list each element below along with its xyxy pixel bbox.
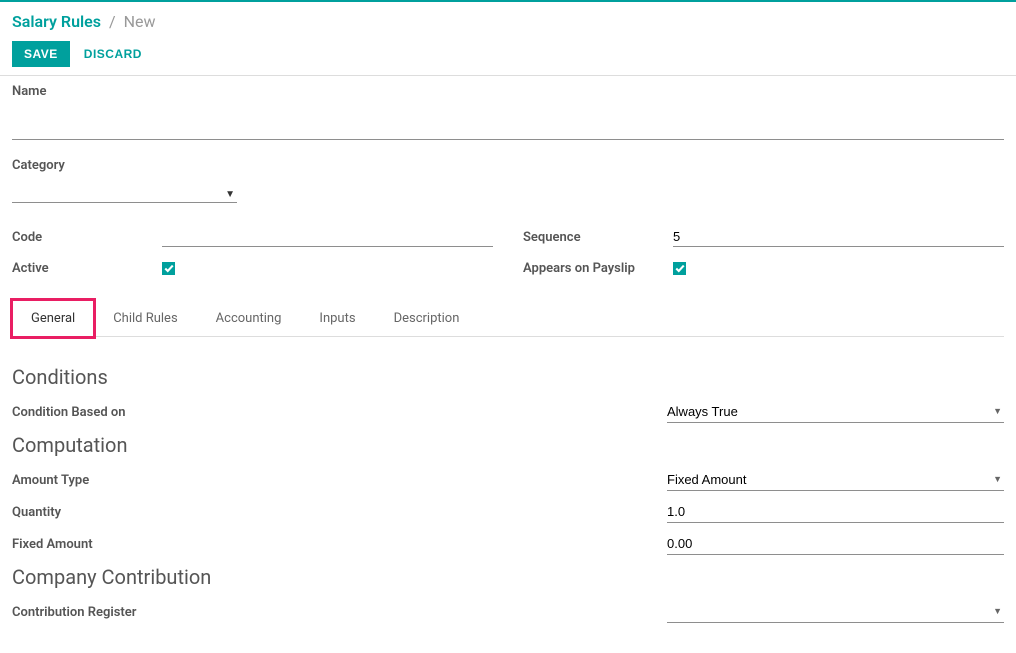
fixed-amount-input[interactable] bbox=[667, 536, 1004, 551]
category-label: Category bbox=[12, 158, 1004, 173]
amount-type-select[interactable] bbox=[667, 472, 991, 487]
tab-description[interactable]: Description bbox=[375, 300, 479, 336]
tabs: General Child Rules Accounting Inputs De… bbox=[12, 300, 1004, 337]
chevron-down-icon[interactable]: ▼ bbox=[223, 189, 237, 200]
code-input[interactable] bbox=[162, 227, 493, 247]
code-label: Code bbox=[12, 230, 162, 245]
active-label: Active bbox=[12, 261, 162, 276]
quantity-input[interactable] bbox=[667, 504, 1004, 519]
condition-based-select[interactable] bbox=[667, 404, 991, 419]
header: Salary Rules / New SAVE DISCARD bbox=[0, 2, 1016, 76]
tab-general[interactable]: General bbox=[12, 300, 94, 337]
tab-inputs[interactable]: Inputs bbox=[300, 300, 374, 336]
category-input[interactable] bbox=[12, 179, 223, 200]
conditions-title: Conditions bbox=[12, 365, 1004, 389]
discard-button[interactable]: DISCARD bbox=[80, 41, 146, 67]
quantity-label: Quantity bbox=[12, 505, 667, 520]
appears-checkbox[interactable] bbox=[673, 262, 686, 275]
tab-child-rules[interactable]: Child Rules bbox=[94, 300, 196, 336]
tab-accounting[interactable]: Accounting bbox=[197, 300, 301, 336]
save-button[interactable]: SAVE bbox=[12, 41, 70, 67]
chevron-down-icon[interactable]: ▼ bbox=[991, 474, 1004, 485]
amount-type-label: Amount Type bbox=[12, 473, 667, 488]
chevron-down-icon[interactable]: ▼ bbox=[991, 406, 1004, 417]
computation-title: Computation bbox=[12, 433, 1004, 457]
breadcrumb-sep: / bbox=[109, 12, 116, 31]
form-sheet: Name Category ▼ Code Active Sequence bbox=[0, 76, 1016, 653]
tab-content-general: Conditions Condition Based on ▼ Computat… bbox=[12, 337, 1004, 623]
name-input[interactable] bbox=[12, 105, 1004, 140]
fixed-amount-label: Fixed Amount bbox=[12, 537, 667, 552]
name-label: Name bbox=[12, 84, 1004, 99]
sequence-input[interactable] bbox=[673, 227, 1004, 247]
condition-based-label: Condition Based on bbox=[12, 405, 667, 420]
active-checkbox[interactable] bbox=[162, 262, 175, 275]
company-contribution-title: Company Contribution bbox=[12, 565, 1004, 589]
breadcrumb-root[interactable]: Salary Rules bbox=[12, 12, 101, 31]
contribution-register-label: Contribution Register bbox=[12, 605, 667, 620]
breadcrumb-current: New bbox=[124, 12, 156, 31]
sequence-label: Sequence bbox=[523, 230, 673, 245]
contribution-register-select[interactable] bbox=[667, 604, 991, 619]
breadcrumb: Salary Rules / New bbox=[12, 12, 1004, 31]
chevron-down-icon[interactable]: ▼ bbox=[991, 606, 1004, 617]
appears-label: Appears on Payslip bbox=[523, 261, 673, 276]
